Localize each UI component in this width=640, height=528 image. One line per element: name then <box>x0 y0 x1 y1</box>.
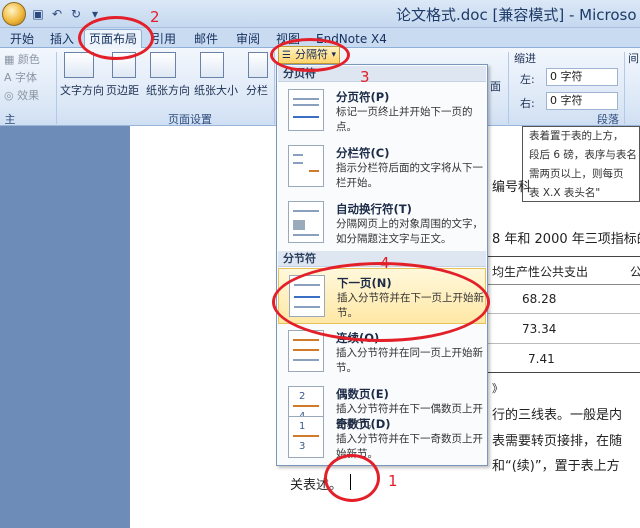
margins-button[interactable]: 页边距 <box>106 82 139 98</box>
undo-icon[interactable]: ↶ <box>49 6 65 22</box>
annotation-ellipse-3 <box>270 38 350 72</box>
indent-right-input[interactable]: 0 字符 <box>546 92 618 110</box>
comment-callout: 表着置于表的上方， 段后 6 磅，表序与表名 需两页以上，则每页 表 X.X 表… <box>522 126 640 202</box>
page-border-button-partial[interactable]: 面 <box>490 78 501 94</box>
paper-size-icon[interactable] <box>200 52 224 78</box>
menu-item-odd-page[interactable]: 13 奇数页(D) 插入分节符并在下一奇数页上开始新节。 <box>278 410 486 466</box>
office-button-icon[interactable] <box>2 2 26 26</box>
table-cell: 68.28 <box>522 292 557 306</box>
annotation-number-4: 4 <box>380 254 390 272</box>
table-cell: 73.34 <box>522 322 557 336</box>
doc-line-bianhao: 编号科 <box>492 180 532 195</box>
indent-left-label: 左: <box>520 73 535 86</box>
doc-line-zhuanye: 表需要转页接排，在随 <box>492 434 623 449</box>
annotation-number-3: 3 <box>360 68 370 86</box>
indent-right-label: 右: <box>520 97 535 110</box>
theme-effects-button[interactable]: ◎ 效果 <box>4 87 39 103</box>
paper-size-button[interactable]: 纸张大小 <box>194 82 238 98</box>
columns-button[interactable]: 分栏 <box>246 82 268 98</box>
doc-line-xu: 和“(续)”，置于表上方 <box>492 459 620 474</box>
indent-left-input[interactable]: 0 字符 <box>546 68 618 86</box>
redo-icon[interactable]: ↻ <box>68 6 84 22</box>
annotation-number-2: 2 <box>150 8 160 26</box>
group-label-page-setup: 页面设置 <box>168 113 212 126</box>
orientation-button[interactable]: 纸张方向 <box>146 82 190 98</box>
text-direction-button[interactable]: 文字方向 <box>60 82 104 98</box>
column-break-icon <box>288 145 324 187</box>
tab-mailings[interactable]: 邮件 <box>194 30 218 48</box>
text-wrapping-break-icon <box>288 201 324 243</box>
table-bottom-rule <box>488 372 640 373</box>
odd-page-icon: 13 <box>288 416 324 458</box>
doc-line-year: 8 年和 2000 年三项指标的基 <box>492 232 640 247</box>
group-separator <box>508 52 509 124</box>
columns-icon[interactable] <box>248 52 268 78</box>
theme-fonts-button[interactable]: A 字体 <box>4 69 37 85</box>
table-cell: 7.41 <box>528 352 555 366</box>
annotation-ellipse-2 <box>78 16 154 60</box>
orientation-icon[interactable] <box>150 52 176 78</box>
group-label-paragraph: 段落 <box>597 113 619 126</box>
indent-label: 缩进 <box>514 52 536 65</box>
table-row-rule <box>488 343 640 344</box>
menu-item-column-break[interactable]: 分栏符(C) 指示分栏符后面的文字将从下一栏开始。 <box>278 139 486 195</box>
annotation-number-1: 1 <box>388 472 398 490</box>
spacing-label: 间 <box>628 52 639 65</box>
window-title: 论文格式.doc [兼容模式] - Microso <box>396 6 637 24</box>
table-top-rule <box>488 256 640 257</box>
doc-line-jie: 》 <box>492 382 503 395</box>
table-col-header-right: 公 <box>630 265 640 279</box>
tab-review[interactable]: 审阅 <box>236 30 260 48</box>
table-row-rule <box>488 313 640 314</box>
theme-colors-button[interactable]: ▦ 颜色 <box>4 51 40 67</box>
annotation-ellipse-1 <box>324 454 380 502</box>
table-col-header: 均生产性公共支出 <box>492 265 589 279</box>
save-icon[interactable]: ▣ <box>30 6 46 22</box>
page-break-icon <box>288 89 324 131</box>
tab-insert[interactable]: 插入 <box>50 30 74 48</box>
word-window: ▣ ↶ ↻ ▾ 论文格式.doc [兼容模式] - Microso 开始 插入 … <box>0 0 640 528</box>
group-label-theme: 主题 <box>4 113 16 138</box>
continuous-icon <box>288 330 324 372</box>
text-direction-icon[interactable] <box>64 52 94 78</box>
annotation-ellipse-4 <box>272 262 490 342</box>
doc-line-sanxian: 行的三线表。一般是内 <box>492 408 623 423</box>
tab-references[interactable]: 引用 <box>152 30 176 48</box>
group-separator <box>56 52 57 124</box>
table-header-rule <box>488 284 640 285</box>
menu-item-page-break[interactable]: 分页符(P) 标记一页终止并开始下一页的点。 <box>278 83 486 139</box>
tab-home[interactable]: 开始 <box>10 30 34 48</box>
menu-item-text-wrapping-break[interactable]: 自动换行符(T) 分隔网页上的对象周围的文字，如分隔题注文字与正文。 <box>278 195 486 251</box>
